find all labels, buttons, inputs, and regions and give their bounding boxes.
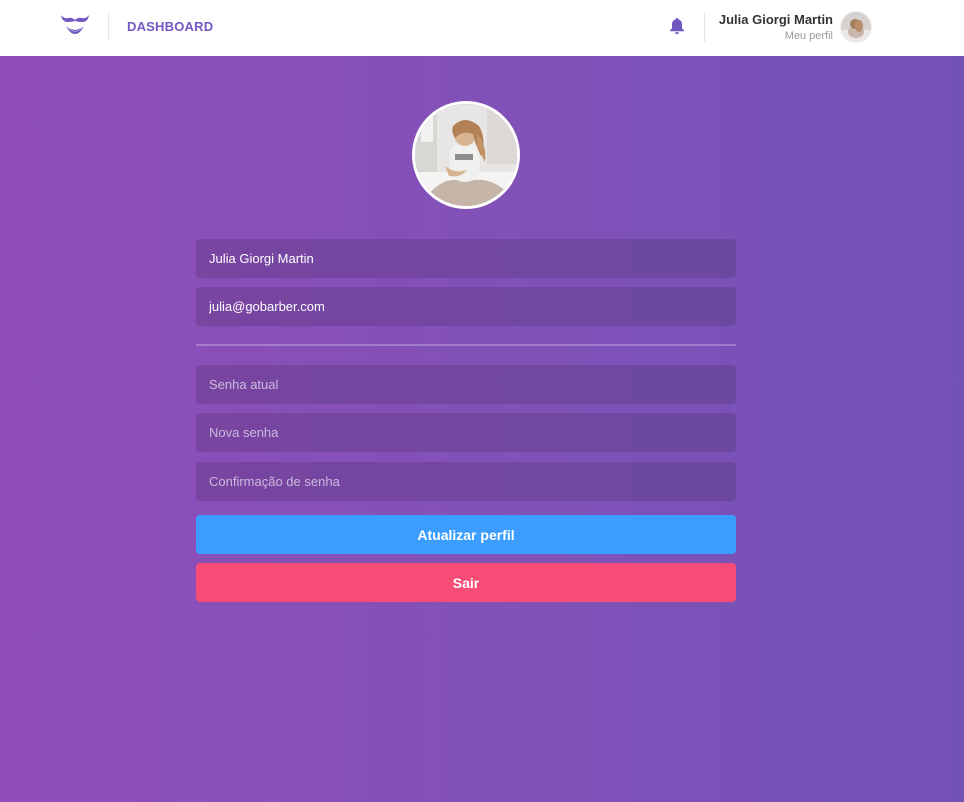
header-avatar[interactable]	[841, 12, 871, 42]
confirm-password-input[interactable]	[196, 462, 736, 501]
header-divider	[108, 12, 109, 40]
form-divider	[196, 344, 736, 346]
bell-icon[interactable]	[669, 17, 685, 35]
email-input[interactable]	[196, 287, 736, 326]
name-input[interactable]	[196, 239, 736, 278]
profile-avatar[interactable]	[412, 101, 520, 209]
avatar-photo	[841, 12, 871, 42]
avatar-photo	[415, 104, 517, 206]
top-header: DASHBOARD Julia Giorgi Martin Meu perfil	[0, 0, 964, 56]
header-user-name: Julia Giorgi Martin	[718, 12, 833, 27]
nav-dashboard-link[interactable]: DASHBOARD	[127, 19, 213, 34]
new-password-input[interactable]	[196, 413, 736, 452]
mustache-logo-icon[interactable]	[60, 13, 90, 39]
logout-button[interactable]: Sair	[196, 563, 736, 602]
header-divider	[704, 12, 705, 42]
update-profile-button[interactable]: Atualizar perfil	[196, 515, 736, 554]
my-profile-link[interactable]: Meu perfil	[785, 30, 833, 42]
old-password-input[interactable]	[196, 365, 736, 404]
